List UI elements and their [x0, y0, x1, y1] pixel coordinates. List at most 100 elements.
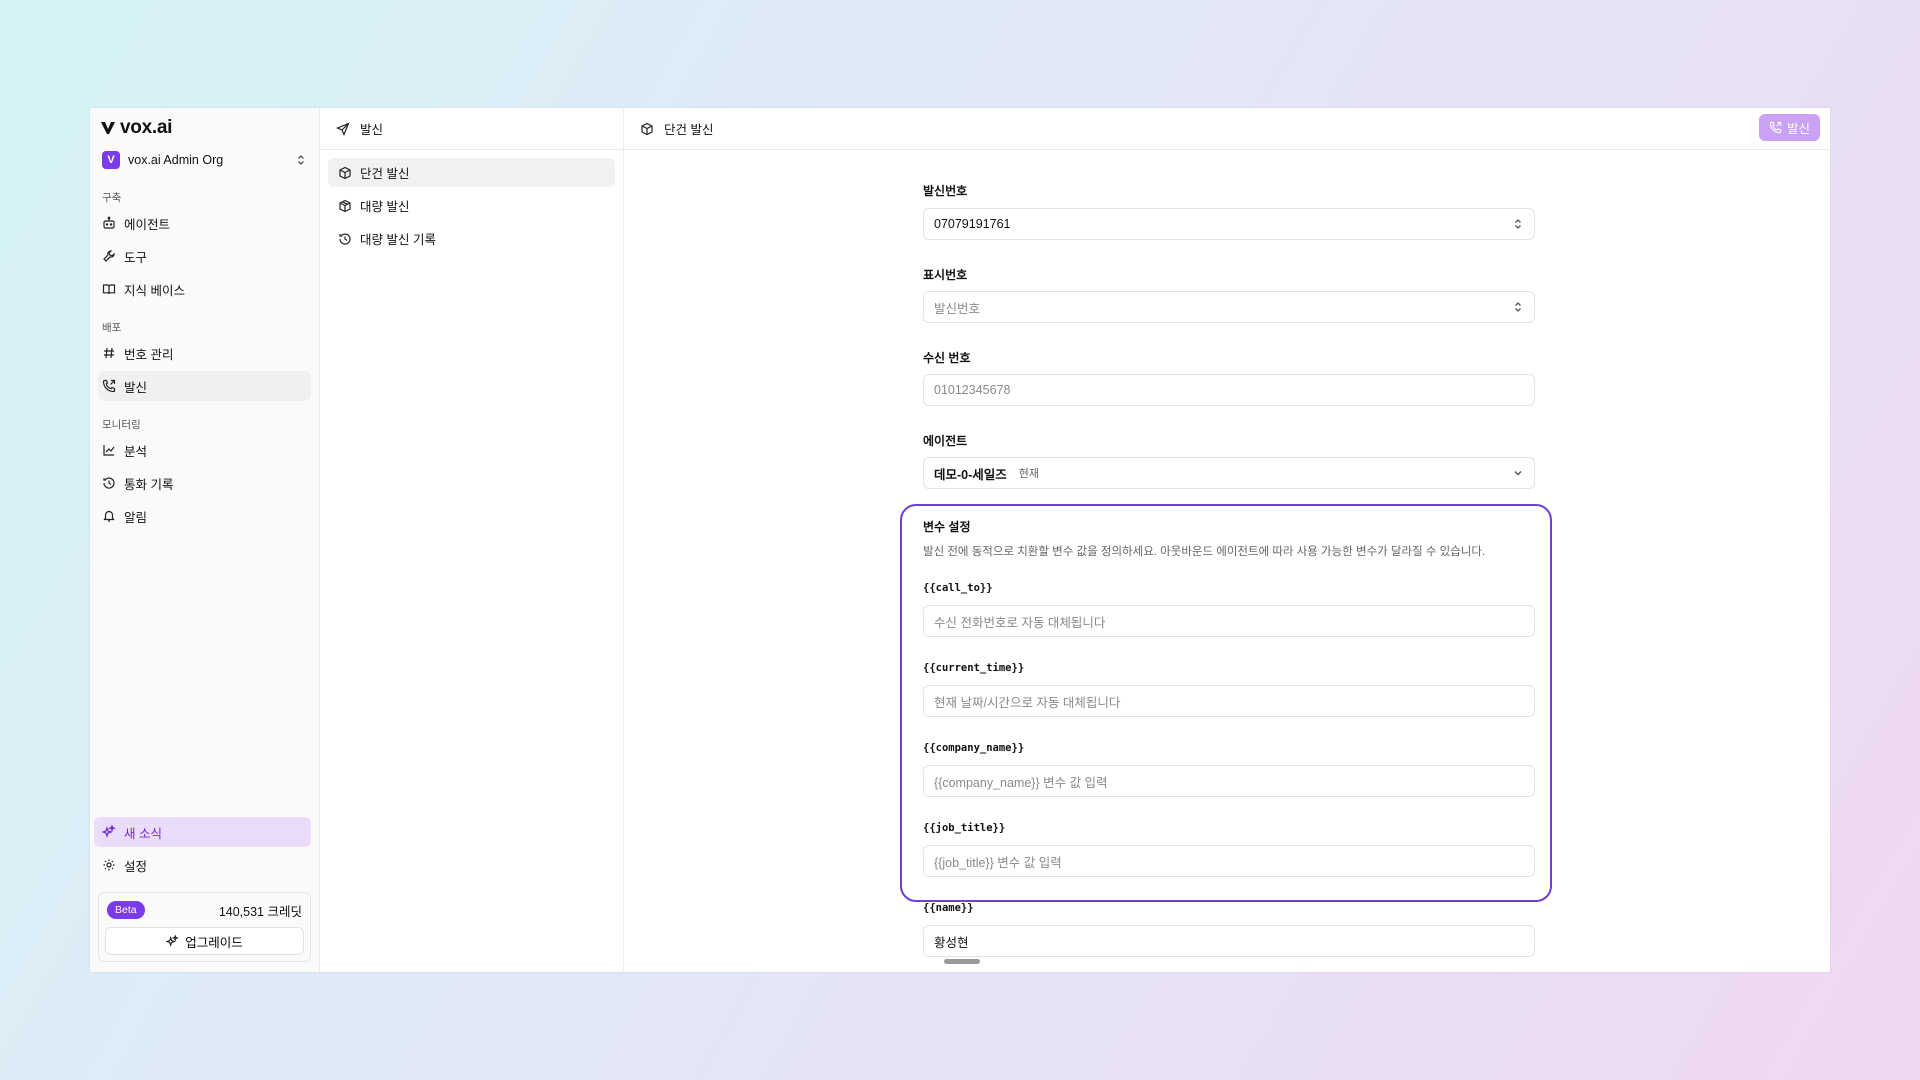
sidebar-item-news[interactable]: 새 소식 — [94, 817, 311, 847]
variable-input-current-time[interactable]: 현재 날짜/시간으로 자동 대체됩니다 — [923, 685, 1535, 717]
send-icon — [336, 121, 350, 136]
send-call-button[interactable]: 발신 — [1758, 114, 1820, 141]
upgrade-label: 업그레이드 — [185, 935, 243, 950]
sidebar-item-knowledge-base[interactable]: 지식 베이스 — [98, 274, 311, 304]
sparkles-icon — [166, 934, 180, 947]
subnav-label: 대량 발신 — [360, 200, 410, 214]
sidebar-item-tools[interactable]: 도구 — [98, 241, 311, 271]
subpanel-nav: 단건 발신 대량 발신 대량 발신 기록 — [320, 150, 623, 972]
display-number-select[interactable]: 발신번호 — [923, 291, 1535, 323]
org-name: vox.ai Admin Org — [128, 153, 224, 167]
logo: vox.ai — [100, 117, 172, 139]
horizontal-scrollbar[interactable] — [944, 959, 980, 964]
display-number-placeholder: 발신번호 — [934, 301, 981, 316]
agent-version-tag: 현재 — [1018, 468, 1040, 480]
sidebar-item-settings[interactable]: 설정 — [94, 850, 311, 880]
sidebar-item-label: 새 소식 — [124, 826, 162, 841]
sidebar-item-analytics[interactable]: 분석 — [98, 435, 311, 465]
chevrons-up-down-icon — [1515, 302, 1521, 312]
section-label-monitoring: 모니터링 — [102, 419, 141, 431]
caller-number-select[interactable]: 07079191761 — [923, 208, 1535, 240]
subnav-label: 단건 발신 — [360, 167, 410, 181]
variable-input-call-to[interactable]: 수신 전화번호로 자동 대체됩니다 — [923, 605, 1535, 637]
main-content: 단건 발신 발신 발신번호 07079191761 표시번호 발신번호 수신 번… — [624, 108, 1830, 972]
agent-label: 에이전트 — [923, 434, 968, 448]
sidebar-item-label: 설정 — [124, 859, 148, 874]
bot-icon — [103, 216, 115, 229]
credit-row: Beta 140,531 크레딧 — [105, 899, 304, 921]
upgrade-button[interactable]: 업그레이드 — [105, 927, 304, 955]
subnav-item-bulk-history[interactable]: 대량 발신 기록 — [328, 224, 615, 253]
history-icon — [103, 477, 115, 489]
send-button-label: 발신 — [1786, 122, 1810, 136]
wrench-icon — [103, 250, 115, 262]
sidebar-item-agents[interactable]: 에이전트 — [98, 208, 311, 238]
variables-description: 발신 전에 동적으로 치환할 변수 값을 정의하세요. 아웃바운드 에이전트에 … — [923, 546, 1486, 558]
phone-outgoing-icon — [1769, 121, 1782, 134]
sidebar-item-label: 번호 관리 — [124, 347, 174, 362]
sidebar-item-call-history[interactable]: 통화 기록 — [98, 468, 311, 498]
app-window: vox.ai V vox.ai Admin Org 구축 에이전트 도구 지식 … — [90, 108, 1830, 972]
agent-select[interactable]: 데모-0-세일즈 현재 — [923, 457, 1535, 489]
agent-value: 데모-0-세일즈 — [934, 467, 1007, 482]
section-label-build: 구축 — [102, 192, 122, 204]
book-icon — [102, 284, 116, 295]
sidebar-item-label: 분석 — [124, 444, 148, 459]
sidebar-item-label: 지식 베이스 — [124, 283, 185, 298]
caller-number-value: 07079191761 — [934, 217, 1011, 231]
sidebar-item-label: 알림 — [124, 510, 148, 525]
main-header: 단건 발신 — [624, 108, 1830, 150]
subnav-item-bulk-call[interactable]: 대량 발신 — [328, 191, 615, 220]
credit-panel: Beta 140,531 크레딧 업그레이드 — [98, 892, 311, 962]
variable-label-name: {{name}} — [923, 902, 974, 914]
sidebar-item-alerts[interactable]: 알림 — [98, 501, 311, 531]
org-avatar: V — [102, 151, 120, 169]
sidebar-item-label: 발신 — [124, 380, 148, 395]
variable-label-job-title: {{job_title}} — [923, 822, 1006, 834]
variable-input-name[interactable]: 황성현 — [923, 925, 1535, 957]
hash-icon — [104, 347, 114, 359]
sparkles-icon — [102, 825, 116, 838]
variable-label-company-name: {{company_name}} — [923, 742, 1025, 754]
brand[interactable]: vox.ai — [98, 117, 311, 139]
bell-icon — [103, 510, 115, 522]
vox-logo-icon — [101, 122, 115, 134]
subnav-item-single-call[interactable]: 단건 발신 — [328, 158, 615, 187]
subpanel-title: 발신 — [360, 123, 384, 137]
sidebar-item-numbers[interactable]: 번호 관리 — [98, 338, 311, 368]
sidebar-item-outbound[interactable]: 발신 — [98, 371, 311, 401]
org-switcher[interactable]: V vox.ai Admin Org — [98, 146, 311, 174]
chevrons-up-down-icon — [1515, 219, 1521, 229]
sidebar-item-label: 에이전트 — [124, 217, 171, 232]
recipient-number-placeholder: 01012345678 — [934, 383, 1011, 397]
brand-name: vox.ai — [120, 117, 173, 138]
variables-title: 변수 설정 — [923, 520, 971, 534]
display-number-label: 표시번호 — [923, 268, 968, 282]
variable-placeholder: 수신 전화번호로 자동 대체됩니다 — [934, 615, 1106, 630]
box-icon — [641, 122, 653, 135]
subnav-label: 대량 발신 기록 — [360, 233, 436, 247]
history-icon — [339, 232, 351, 245]
variable-label-current-time: {{current_time}} — [923, 662, 1025, 674]
variable-placeholder: {{job_title}} 변수 값 입력 — [934, 855, 1062, 870]
gear-icon — [103, 859, 115, 871]
phone-outgoing-icon — [102, 379, 116, 393]
variable-input-company-name[interactable]: {{company_name}} 변수 값 입력 — [923, 765, 1535, 797]
sidebar: vox.ai V vox.ai Admin Org 구축 에이전트 도구 지식 … — [90, 108, 320, 972]
caller-number-label: 발신번호 — [923, 184, 968, 198]
sidebar-item-label: 통화 기록 — [124, 477, 174, 492]
variable-placeholder: {{company_name}} 변수 값 입력 — [934, 775, 1108, 790]
box-icon — [339, 166, 351, 179]
chevrons-up-down-icon — [298, 155, 304, 165]
credit-balance: 140,531 크레딧 — [218, 904, 302, 919]
variable-value: 황성현 — [934, 935, 969, 950]
recipient-number-label: 수신 번호 — [923, 351, 971, 365]
sidebar-item-label: 도구 — [124, 250, 148, 265]
variable-input-job-title[interactable]: {{job_title}} 변수 값 입력 — [923, 845, 1535, 877]
variable-placeholder: 현재 날짜/시간으로 자동 대체됩니다 — [934, 695, 1121, 710]
recipient-number-input[interactable]: 01012345678 — [923, 374, 1535, 406]
outbound-subpanel: 발신 단건 발신 대량 발신 대량 발신 기록 — [320, 108, 624, 972]
page-title: 단건 발신 — [664, 123, 714, 137]
variable-label-call-to: {{call_to}} — [923, 582, 993, 594]
subpanel-header: 발신 — [320, 108, 623, 150]
